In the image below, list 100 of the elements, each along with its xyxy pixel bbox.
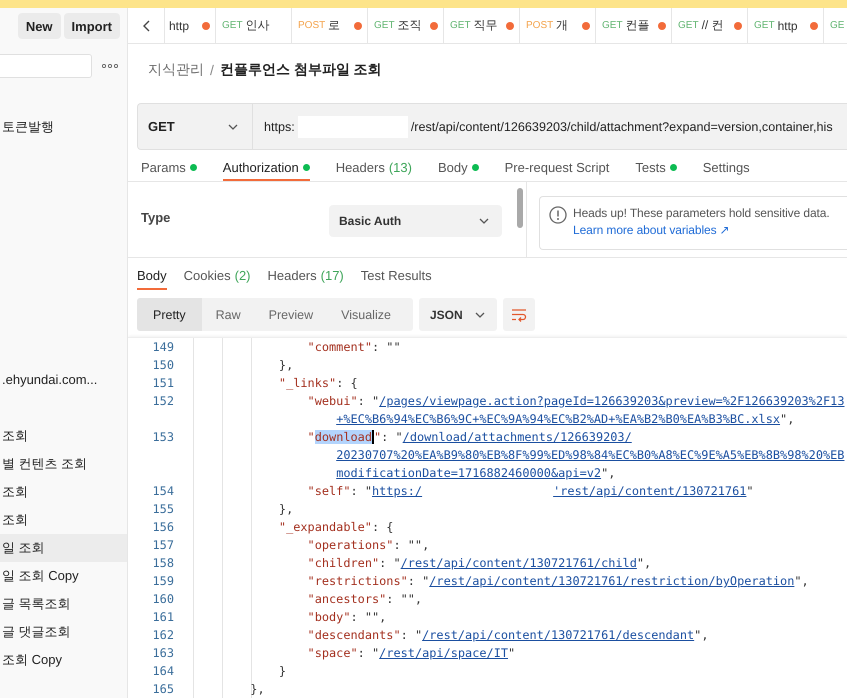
request-tab[interactable]: GET 인사 bbox=[216, 8, 292, 43]
tab-title: 컨플 bbox=[626, 17, 651, 34]
line-number: 163 bbox=[152, 645, 174, 662]
sidebar-item[interactable]: 조회 bbox=[0, 422, 127, 450]
format-select[interactable]: JSON bbox=[418, 298, 497, 331]
wrap-button[interactable] bbox=[502, 298, 535, 331]
request-tab[interactable]: POST 로 bbox=[292, 8, 368, 43]
sidebar-item[interactable]: 글 목록조회 bbox=[0, 590, 127, 618]
response-tab[interactable]: Test Results bbox=[360, 258, 432, 290]
view-option[interactable]: Visualize bbox=[327, 298, 405, 331]
request-section-tab[interactable]: Params bbox=[141, 154, 197, 181]
method-label: POST bbox=[298, 20, 326, 31]
sidebar-item[interactable]: 글 댓글조회 bbox=[0, 618, 127, 646]
code-line: "webui": "/pages/viewpage.action?pageId=126639203&preview=%2F126639203%2F13 bbox=[306, 393, 846, 410]
sidebar-item[interactable]: 별 컨텐츠 조회 bbox=[0, 450, 127, 478]
request-tab[interactable]: GET 컨플 bbox=[596, 8, 672, 43]
response-tab[interactable]: Headers (17) bbox=[268, 258, 344, 290]
code-line: "children": "/rest/api/content/130721761/child", bbox=[306, 555, 652, 572]
line-number: 159 bbox=[152, 573, 174, 590]
tab-title: http bbox=[778, 18, 799, 32]
request-section-tab[interactable]: Pre-request Script bbox=[504, 154, 610, 181]
tab-title: 직무 bbox=[474, 17, 499, 34]
method-label: GET bbox=[374, 20, 395, 31]
search-field[interactable] bbox=[0, 54, 92, 78]
variables-link[interactable]: Learn more about variables ↗ bbox=[573, 223, 830, 237]
request-tab[interactable]: GET 조직 bbox=[368, 8, 444, 43]
request-tab[interactable]: GET // 컨 bbox=[672, 8, 748, 43]
response-tab[interactable]: Body bbox=[137, 258, 167, 290]
breadcrumb-link[interactable]: 지식관리 bbox=[148, 60, 204, 78]
line-number: 157 bbox=[152, 537, 174, 554]
caret-icon bbox=[479, 218, 489, 224]
caret-icon bbox=[474, 312, 485, 318]
tab-title: // 컨 bbox=[702, 17, 725, 34]
new-button[interactable]: New bbox=[18, 13, 61, 39]
tab-title: 개 bbox=[556, 17, 570, 34]
line-number: 154 bbox=[152, 483, 174, 500]
code-line: 20230707%20%EA%B9%80%EB%8F%99%ED%98%84%EC%B0%A8%EC%9E%A5%EB%8B%98%20%EB bbox=[335, 447, 846, 464]
line-number: 150 bbox=[152, 357, 174, 374]
method-label: POST bbox=[526, 20, 554, 31]
sidebar-item[interactable]: 조회 Copy bbox=[0, 646, 127, 674]
code-line: "restrictions": "/rest/api/content/130721761/restriction/byOperation", bbox=[306, 573, 810, 590]
code-line: "_links": { bbox=[278, 375, 359, 392]
request-tab[interactable]: GET http bbox=[748, 8, 824, 43]
method-label: GET bbox=[602, 20, 623, 31]
line-number: 151 bbox=[152, 375, 174, 392]
code-line: "space": "/rest/api/space/IT" bbox=[306, 645, 516, 662]
view-option[interactable]: Pretty bbox=[137, 298, 202, 331]
import-button[interactable]: Import bbox=[64, 13, 120, 39]
type-label: Type bbox=[141, 210, 172, 226]
code-line: modificationDate=1716882460000&api=v2", bbox=[335, 465, 616, 482]
line-number: 149 bbox=[152, 339, 174, 356]
line-number: 161 bbox=[152, 609, 174, 626]
code-line: } bbox=[278, 663, 288, 680]
sidebar-item[interactable]: 일 조회 Copy bbox=[0, 562, 127, 590]
sidebar-item[interactable]: 일 조회 bbox=[0, 534, 127, 562]
code-line: "ancestors": "", bbox=[306, 591, 424, 608]
code-line: "self": "https:/ 'rest/api/content/130721761" bbox=[306, 483, 755, 500]
line-number: 156 bbox=[152, 519, 174, 536]
more-icon[interactable] bbox=[102, 64, 118, 68]
code-line: "operations": "", bbox=[306, 537, 430, 554]
code-line: }, bbox=[278, 501, 294, 518]
sidebar-item[interactable]: .ehyundai.com... bbox=[0, 366, 127, 394]
chevron-left-icon bbox=[142, 20, 150, 32]
code-line: "descendants": "/rest/api/content/130721761/descendant", bbox=[306, 627, 710, 644]
tab-title: 조직 bbox=[398, 17, 423, 34]
line-number: 153 bbox=[152, 429, 174, 446]
line-number: 158 bbox=[152, 555, 174, 572]
method-label: GE bbox=[830, 20, 844, 31]
line-number: 165 bbox=[152, 681, 174, 698]
line-number: 164 bbox=[152, 663, 174, 680]
sidebar-item[interactable]: 조회 bbox=[0, 506, 127, 534]
sidebar-item[interactable]: 토큰발행 bbox=[0, 113, 127, 141]
method-label: GET bbox=[754, 20, 775, 31]
notice-text: Heads up! These parameters hold sensitive data. bbox=[573, 206, 830, 220]
request-tab[interactable]: GET 직무 bbox=[444, 8, 520, 43]
sidebar-item[interactable]: 조회 bbox=[0, 478, 127, 506]
breadcrumb-separator: / bbox=[210, 62, 214, 78]
request-section-tab[interactable]: Tests bbox=[635, 154, 677, 181]
scrollbar[interactable] bbox=[517, 188, 523, 228]
request-tab[interactable]: http bbox=[165, 8, 216, 43]
tab-title: 인사 bbox=[246, 17, 271, 34]
request-section-tab[interactable]: Body bbox=[438, 154, 479, 181]
code-line: "download ": "/download/attachments/126639203/ bbox=[306, 429, 633, 446]
code-line: "comment": "" bbox=[306, 339, 402, 356]
request-section-tab[interactable]: Headers (13) bbox=[336, 154, 412, 181]
info-icon bbox=[549, 206, 567, 224]
method-label: GET bbox=[222, 20, 243, 31]
response-tab[interactable]: Cookies (2) bbox=[184, 258, 250, 290]
code-line: +%EC%B6%94%EC%B6%9C+%EC%9A%94%EC%B2%AD+%EA%B2%B0%EA%B3%BC.xlsx", bbox=[335, 411, 796, 428]
auth-type-select[interactable]: Basic Auth bbox=[329, 205, 502, 237]
request-tab[interactable]: POST 개 bbox=[520, 8, 596, 43]
view-option[interactable]: Preview bbox=[254, 298, 328, 331]
view-option[interactable]: Raw bbox=[202, 298, 255, 331]
code-line: "_expandable": { bbox=[278, 519, 394, 536]
request-section-tab[interactable]: Settings bbox=[702, 154, 750, 181]
method-label: GET bbox=[678, 20, 699, 31]
request-section-tab[interactable]: Authorization bbox=[222, 154, 310, 181]
line-number: 152 bbox=[152, 393, 174, 410]
tab-title: http bbox=[169, 18, 190, 32]
code-line: "body": "", bbox=[306, 609, 388, 626]
